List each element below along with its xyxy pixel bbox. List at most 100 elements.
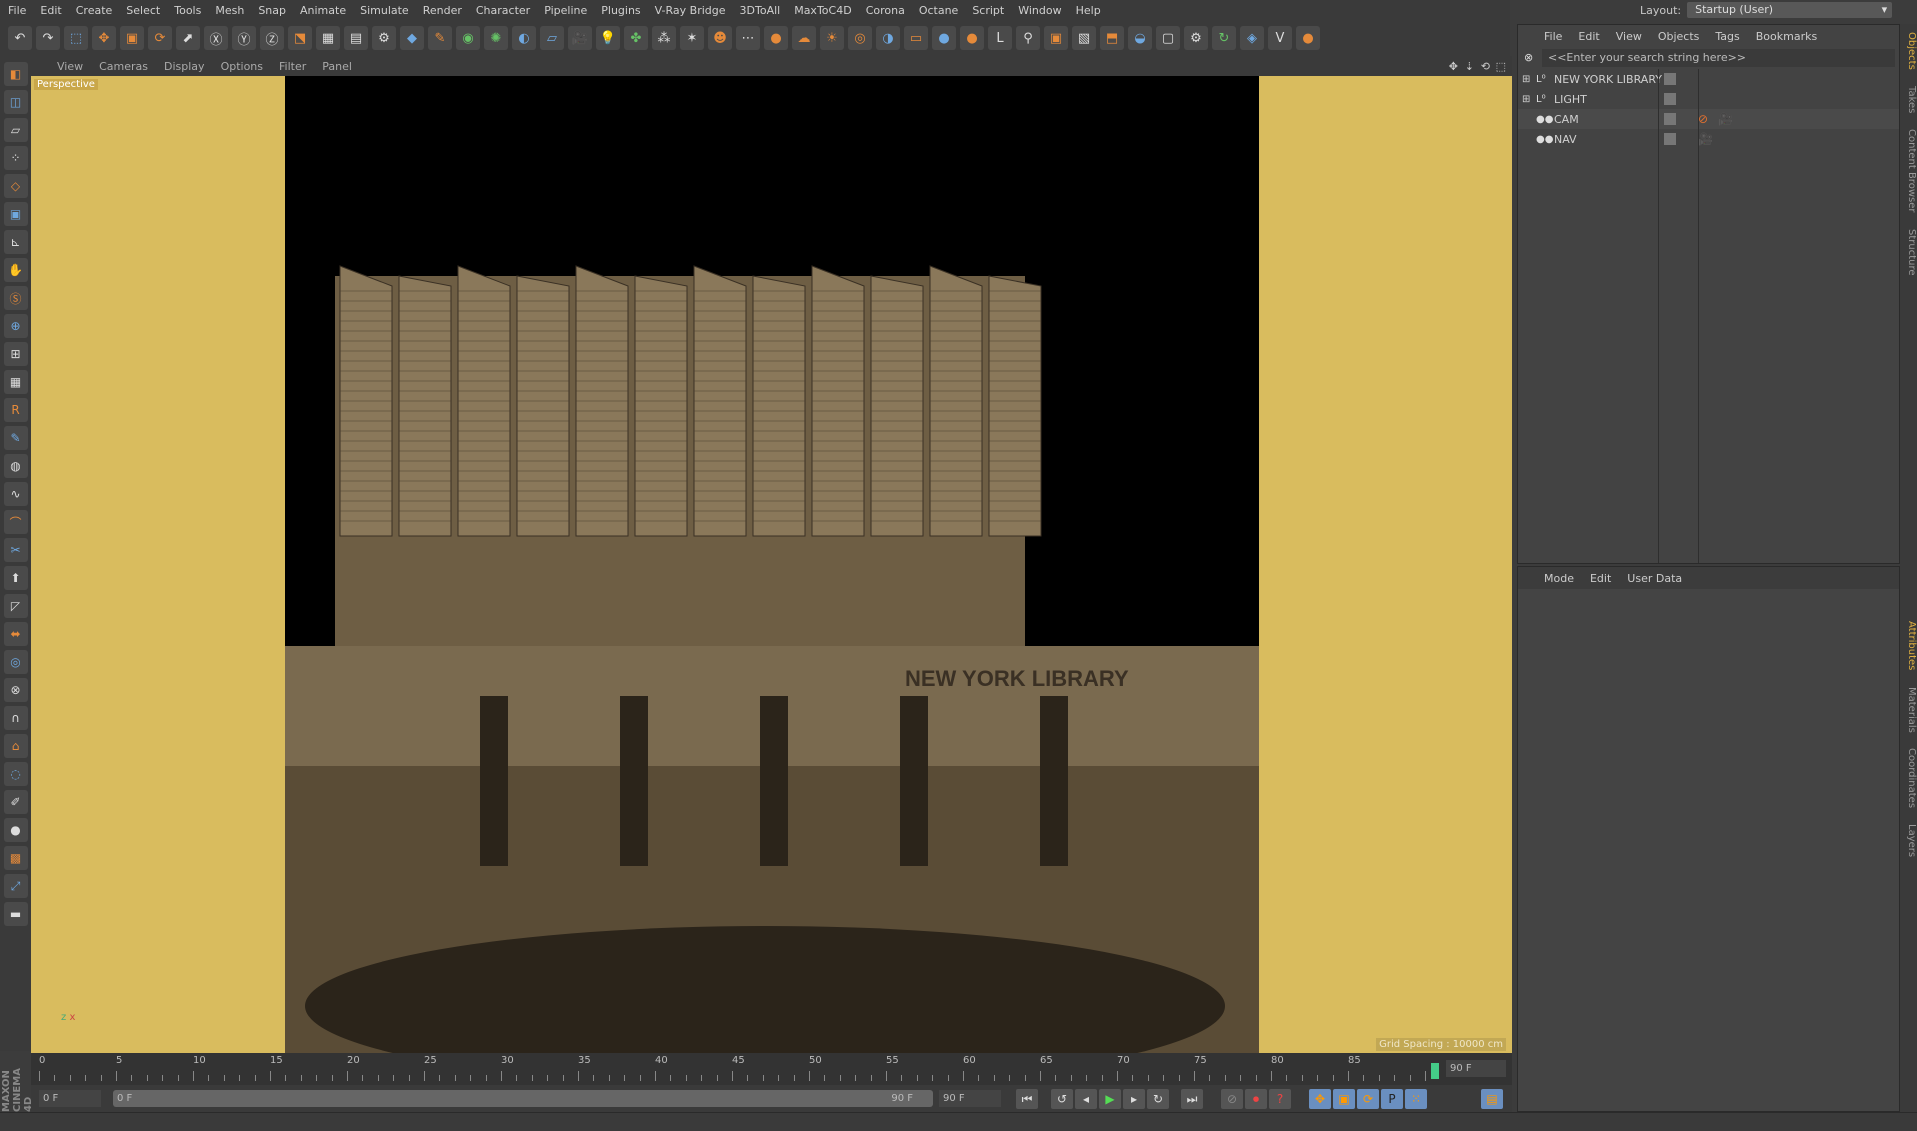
cube-icon[interactable]: ◆	[400, 26, 424, 50]
render-view-icon[interactable]: ▦	[316, 26, 340, 50]
picture-icon[interactable]: ▧	[1072, 26, 1096, 50]
z-axis-icon[interactable]: Ⓩ	[260, 26, 284, 50]
model-mode-icon[interactable]: ◧	[3, 62, 28, 86]
edges-mode-icon[interactable]: ◇	[3, 174, 28, 198]
paint-icon[interactable]: ✐	[3, 790, 28, 814]
r-tool-icon[interactable]: R	[3, 398, 28, 422]
layout-dropdown[interactable]: Startup (User)	[1687, 2, 1893, 18]
param-key-icon[interactable]: P	[1381, 1089, 1403, 1109]
go-start-icon[interactable]: ⏮	[1016, 1089, 1038, 1109]
live-select-icon[interactable]: ⬚	[64, 26, 88, 50]
viewport-menu-view[interactable]: View	[57, 60, 83, 73]
smooth-icon[interactable]: ◌	[3, 762, 28, 786]
visibility-toggle[interactable]	[1664, 93, 1676, 105]
sculpt-icon[interactable]: ◍	[3, 454, 28, 478]
object-row[interactable]: ●● CAM 🎥 ⊘	[1518, 109, 1899, 129]
settings-icon[interactable]: ⚙	[1184, 26, 1208, 50]
range-slider[interactable]: 0 F 90 F	[113, 1090, 933, 1107]
viewport-menu-options[interactable]: Options	[221, 60, 263, 73]
object-row[interactable]: ⊞ L⁰ LIGHT	[1518, 89, 1899, 109]
weld-icon[interactable]: ⊗	[3, 678, 28, 702]
frame-icon[interactable]: ▭	[904, 26, 928, 50]
search-input[interactable]: <<Enter your search string here>>	[1542, 49, 1895, 67]
tab-coordinates[interactable]: Coordinates	[1900, 740, 1917, 816]
menu-plugins[interactable]: Plugins	[601, 4, 640, 17]
viewport-menu-filter[interactable]: Filter	[279, 60, 306, 73]
viewport-menu-cameras[interactable]: Cameras	[99, 60, 148, 73]
menu-snap[interactable]: Snap	[258, 4, 286, 17]
octane-icon[interactable]: ◎	[848, 26, 872, 50]
ik-icon[interactable]: ⚲	[1016, 26, 1040, 50]
menu-tools[interactable]: Tools	[174, 4, 201, 17]
om-menu-objects[interactable]: Objects	[1658, 30, 1700, 43]
move-view-icon[interactable]: ⬚	[1496, 60, 1506, 73]
checker-icon[interactable]: ▩	[3, 846, 28, 870]
visibility-toggle[interactable]	[1664, 73, 1676, 85]
undo-icon[interactable]: ↶	[8, 26, 32, 50]
om-menu-bookmarks[interactable]: Bookmarks	[1756, 30, 1817, 43]
object-name[interactable]: NAV	[1554, 133, 1577, 146]
y-axis-icon[interactable]: Ⓨ	[232, 26, 256, 50]
object-row[interactable]: ⊞ L⁰ NEW YORK LIBRARY	[1518, 69, 1899, 89]
toggle-view-icon[interactable]: ✥	[1449, 60, 1458, 73]
object-row[interactable]: ●● NAV 🎥	[1518, 129, 1899, 149]
attr-menu-edit[interactable]: Edit	[1590, 572, 1611, 585]
menu-select[interactable]: Select	[126, 4, 160, 17]
iron-icon[interactable]: ⌂	[3, 734, 28, 758]
menu-simulate[interactable]: Simulate	[360, 4, 409, 17]
sphere-icon[interactable]: ●	[3, 818, 28, 842]
timeline-icon[interactable]: ▤	[1481, 1089, 1503, 1109]
zoom-view-icon[interactable]: ⟲	[1481, 60, 1490, 73]
object-name[interactable]: NEW YORK LIBRARY	[1554, 73, 1662, 86]
spline-icon[interactable]: ∿	[3, 482, 28, 506]
sphere-icon[interactable]: ●	[932, 26, 956, 50]
menu-edit[interactable]: Edit	[40, 4, 61, 17]
redo-icon[interactable]: ↷	[36, 26, 60, 50]
timeline[interactable]: 0 5 10 15 20 25 30 35 40 45 50 55 60 65 70 75 80 85 90 F	[31, 1053, 1512, 1085]
menu-help[interactable]: Help	[1076, 4, 1101, 17]
rotate-key-icon[interactable]: ⟳	[1357, 1089, 1379, 1109]
cloud-icon[interactable]: ☁	[792, 26, 816, 50]
prev-frame-icon[interactable]: ◂	[1075, 1089, 1097, 1109]
go-end-icon[interactable]: ⏭	[1181, 1089, 1203, 1109]
object-name[interactable]: CAM	[1554, 113, 1579, 126]
menu-mesh[interactable]: Mesh	[215, 4, 244, 17]
hair-icon[interactable]: ⁂	[652, 26, 676, 50]
x-axis-icon[interactable]: Ⓧ	[204, 26, 228, 50]
play-icon[interactable]: ▶	[1099, 1089, 1121, 1109]
pen-icon[interactable]: ✎	[428, 26, 452, 50]
layout-selector[interactable]: Layout: Startup (User)	[1640, 0, 1893, 20]
menu-maxtoc4d[interactable]: MaxToC4D	[794, 4, 851, 17]
attr-menu-user-data[interactable]: User Data	[1627, 572, 1682, 585]
v-ray-icon[interactable]: V	[1268, 26, 1292, 50]
corona-render-icon[interactable]: ●	[1296, 26, 1320, 50]
tweak-mode-icon[interactable]: ✋	[3, 258, 28, 282]
tags-icon[interactable]: ✤	[624, 26, 648, 50]
tab-content-browser[interactable]: Content Browser	[1900, 121, 1917, 220]
tab-layers[interactable]: Layers	[1900, 816, 1917, 865]
points-mode-icon[interactable]: ⁘	[3, 146, 28, 170]
extrude-icon[interactable]: ⬆	[3, 566, 28, 590]
deformer-icon[interactable]: ◐	[512, 26, 536, 50]
measure-icon[interactable]: ⤢	[3, 874, 28, 898]
light-icon[interactable]: 💡	[596, 26, 620, 50]
nurbs-icon[interactable]: ⌒	[3, 510, 28, 534]
attr-menu-mode[interactable]: Mode	[1544, 572, 1574, 585]
rotate-icon[interactable]: ⟳	[148, 26, 172, 50]
max-frame-field[interactable]: 90 F	[939, 1090, 1001, 1107]
visibility-toggle[interactable]	[1664, 133, 1676, 145]
playhead[interactable]	[1431, 1063, 1439, 1079]
misc-icon[interactable]: ⋯	[736, 26, 760, 50]
menu-character[interactable]: Character	[476, 4, 530, 17]
menu-v-ray-bridge[interactable]: V-Ray Bridge	[655, 4, 726, 17]
scale-key-icon[interactable]: ▣	[1333, 1089, 1355, 1109]
bevel-icon[interactable]: ◸	[3, 594, 28, 618]
array-icon[interactable]: ✺	[484, 26, 508, 50]
menu-file[interactable]: File	[8, 4, 26, 17]
tab-materials[interactable]: Materials	[1900, 679, 1917, 741]
color-icon[interactable]: ◒	[1128, 26, 1152, 50]
viewport-menu-display[interactable]: Display	[164, 60, 205, 73]
world-coord-icon[interactable]: ⬔	[288, 26, 312, 50]
loop-icon[interactable]: ◎	[3, 650, 28, 674]
window-icon[interactable]: ▢	[1156, 26, 1180, 50]
